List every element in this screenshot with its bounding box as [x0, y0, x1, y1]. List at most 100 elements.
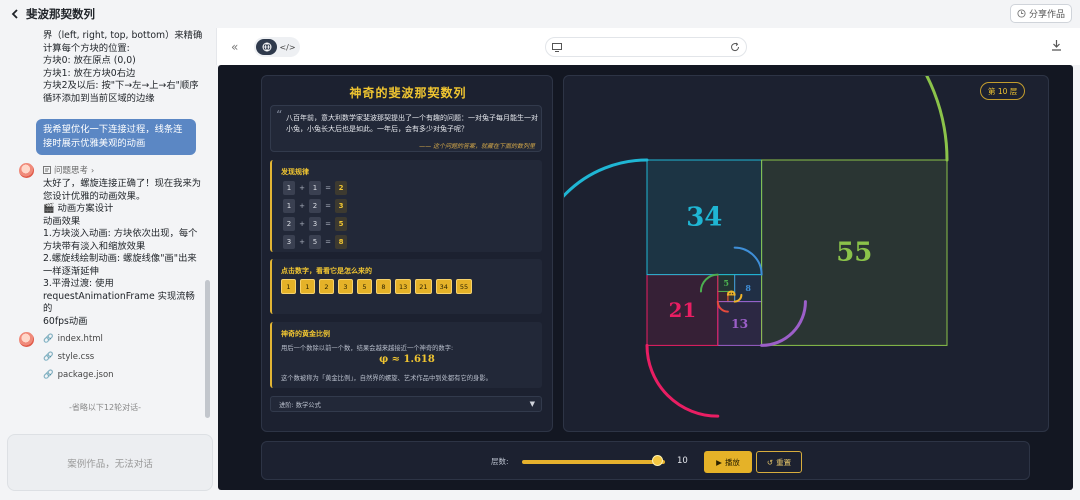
advanced-select-label: 进阶: 数学公式	[279, 401, 321, 409]
chat-line: 一样逐渐延伸	[43, 265, 99, 277]
layers-slider-track[interactable]	[522, 460, 665, 464]
phi-value: φ ≈ 1.618	[379, 354, 435, 365]
play-icon: ▶	[716, 457, 722, 467]
chat-line: 2.螺旋线绘制动画: 螺旋线像"画"出来	[43, 253, 197, 264]
equation-term: 2	[309, 199, 321, 213]
spiral-arc	[925, 76, 949, 162]
quote-footnote: —— 这个问题的答案，就藏在下面的数列里	[419, 143, 535, 150]
chat-line: 60fps动画	[43, 315, 88, 327]
share-icon	[1017, 9, 1026, 18]
chat-scrollbar[interactable]	[205, 280, 210, 418]
chat-line: 🎬 动画方案设计	[43, 203, 114, 214]
code-icon[interactable]: </>	[277, 39, 298, 55]
view-mode-toggle[interactable]: </>	[254, 37, 300, 57]
equation-operator: +	[299, 202, 305, 210]
file-link-style[interactable]: 🔗 style.css	[43, 352, 94, 362]
fib-square-label: 8	[745, 283, 751, 293]
golden-title: 神奇的黄金比例	[281, 330, 330, 338]
play-label: 播放	[724, 457, 740, 467]
number-button[interactable]: 1	[300, 279, 315, 294]
chat-line: 方块2及以后: 按"下→左→上→右"顺序	[43, 80, 199, 91]
download-icon[interactable]	[1051, 39, 1062, 51]
spiral-arc	[564, 158, 649, 198]
number-button[interactable]: 8	[376, 279, 391, 294]
refresh-icon[interactable]	[730, 42, 740, 52]
chat-line: requestAnimationFrame 实现流畅的	[43, 290, 195, 315]
click-numbers-section: 点击数字，看看它是怎么来的 1 1 2 3 5 8 13 21 34 55	[270, 259, 542, 314]
link-icon: 🔗	[43, 352, 54, 362]
fib-square-label: 5	[723, 278, 729, 288]
thinking-icon	[43, 166, 51, 174]
globe-icon[interactable]	[256, 39, 277, 55]
advanced-select[interactable]: 进阶: 数学公式 ▼	[270, 396, 542, 412]
top-bar: 斐波那契数列 分享作品	[0, 0, 1080, 28]
equation-term: 1	[283, 199, 295, 213]
chat-line: 您设计优雅的动画效果。	[43, 190, 146, 202]
pattern-section: 发现规律 1 +1 = 2 1 +2 = 3 2 +3 = 5 3 +5 = 8	[270, 160, 542, 252]
equation-term: 2	[283, 217, 295, 231]
fib-square-label: 21	[669, 298, 697, 322]
golden-desc-1: 用后一个数除以前一个数，结果会越来越接近一个神奇的数字:	[281, 345, 454, 352]
file-name: package.json	[57, 370, 114, 380]
app-preview: 神奇的斐波那契数列 “ 八百年前，意大利数学家斐波那契提出了一个有趣的问题：一对…	[218, 65, 1073, 490]
number-button[interactable]: 3	[338, 279, 353, 294]
file-link-package[interactable]: 🔗 package.json	[43, 370, 114, 380]
layers-slider-handle[interactable]	[651, 455, 663, 466]
number-button[interactable]: 21	[415, 279, 432, 294]
equation-operator: =	[325, 220, 331, 228]
assistant-avatar	[19, 163, 34, 178]
number-button[interactable]: 34	[435, 279, 452, 294]
thinking-label: 问题思考	[54, 166, 89, 176]
quote-mark-icon: “	[276, 108, 283, 122]
chat-history[interactable]: 界（left, right, top, bottom）来精确 计算每个方块的位置…	[0, 28, 204, 420]
equation-result: 8	[335, 235, 347, 249]
chat-line: 方块0: 放在原点 (0,0)	[43, 55, 136, 66]
collapse-panel-icon[interactable]: «	[231, 40, 238, 54]
url-bar[interactable]	[545, 37, 747, 57]
chat-input-disabled: 案例作品，无法对话	[7, 434, 213, 491]
app-title: 神奇的斐波那契数列	[349, 86, 467, 100]
number-button[interactable]: 1	[281, 279, 296, 294]
equation-term: 5	[309, 235, 321, 249]
number-button[interactable]: 13	[395, 279, 412, 294]
equation-row: 2 +3 = 5	[283, 217, 347, 231]
number-button[interactable]: 2	[319, 279, 334, 294]
spiral-canvas-panel: 第 10 层 5 8 13 21 34 55	[563, 75, 1049, 432]
thinking-toggle[interactable]: 问题思考 ›	[43, 164, 94, 176]
reset-label: 重置	[776, 457, 792, 467]
share-button[interactable]: 分享作品	[1009, 4, 1072, 23]
golden-desc-2: 这个数被称为「黄金比例」，自然界的螺旋、艺术作品中到处都有它的身影。	[281, 375, 492, 382]
chat-line: 方块带有淡入和缩放效果	[43, 240, 146, 252]
assistant-message: 太好了，螺旋连接正确了！现在我来为 您设计优雅的动画效果。 🎬 动画方案设计 动…	[43, 178, 203, 328]
chat-line: 计算每个方块的位置:	[43, 42, 130, 54]
user-message-bubble: 我希望优化一下连接过程，线条连接时展示优雅美观的动画	[36, 119, 196, 155]
number-button[interactable]: 5	[357, 279, 372, 294]
equation-row: 3 +5 = 8	[283, 235, 347, 249]
equation-operator: =	[325, 202, 331, 210]
chat-line: 动画效果	[43, 215, 81, 227]
equation-row: 1 +1 = 2	[283, 181, 347, 195]
equation-term: 1	[283, 181, 295, 195]
chat-line: 太好了，螺旋连接正确了！现在我来为	[43, 178, 202, 189]
reset-button[interactable]: ↺ 重置	[756, 451, 802, 473]
equation-term: 1	[309, 181, 321, 195]
fibonacci-spiral: 5 8 13 21 34 55	[564, 76, 949, 418]
number-buttons: 1 1 2 3 5 8 13 21 34 55	[281, 279, 473, 294]
play-button[interactable]: ▶ 播放	[704, 451, 752, 473]
controls-bar: 层数: 10 ▶ 播放 ↺ 重置	[261, 441, 1030, 480]
chat-panel: 界（left, right, top, bottom）来精确 计算每个方块的位置…	[0, 28, 216, 500]
fib-square	[727, 294, 736, 303]
file-link-index[interactable]: 🔗 index.html	[43, 334, 103, 344]
equation-result: 3	[335, 199, 347, 213]
spiral-arc	[645, 343, 720, 418]
reset-icon: ↺	[766, 457, 774, 467]
layers-label: 层数:	[491, 457, 509, 466]
number-button[interactable]: 55	[455, 279, 473, 294]
equation-operator: +	[299, 238, 305, 246]
story-quote: “ 八百年前，意大利数学家斐波那契提出了一个有趣的问题：一对兔子每月能生一对小兔…	[270, 105, 542, 152]
chat-line: 1.方块淡入动画: 方块依次出现，每个	[43, 228, 198, 239]
monitor-icon	[552, 43, 562, 52]
back-chevron-icon[interactable]	[8, 7, 22, 21]
equation-term: 3	[309, 217, 321, 231]
chat-line: 循环添加到当前区域的边缘	[43, 92, 155, 104]
